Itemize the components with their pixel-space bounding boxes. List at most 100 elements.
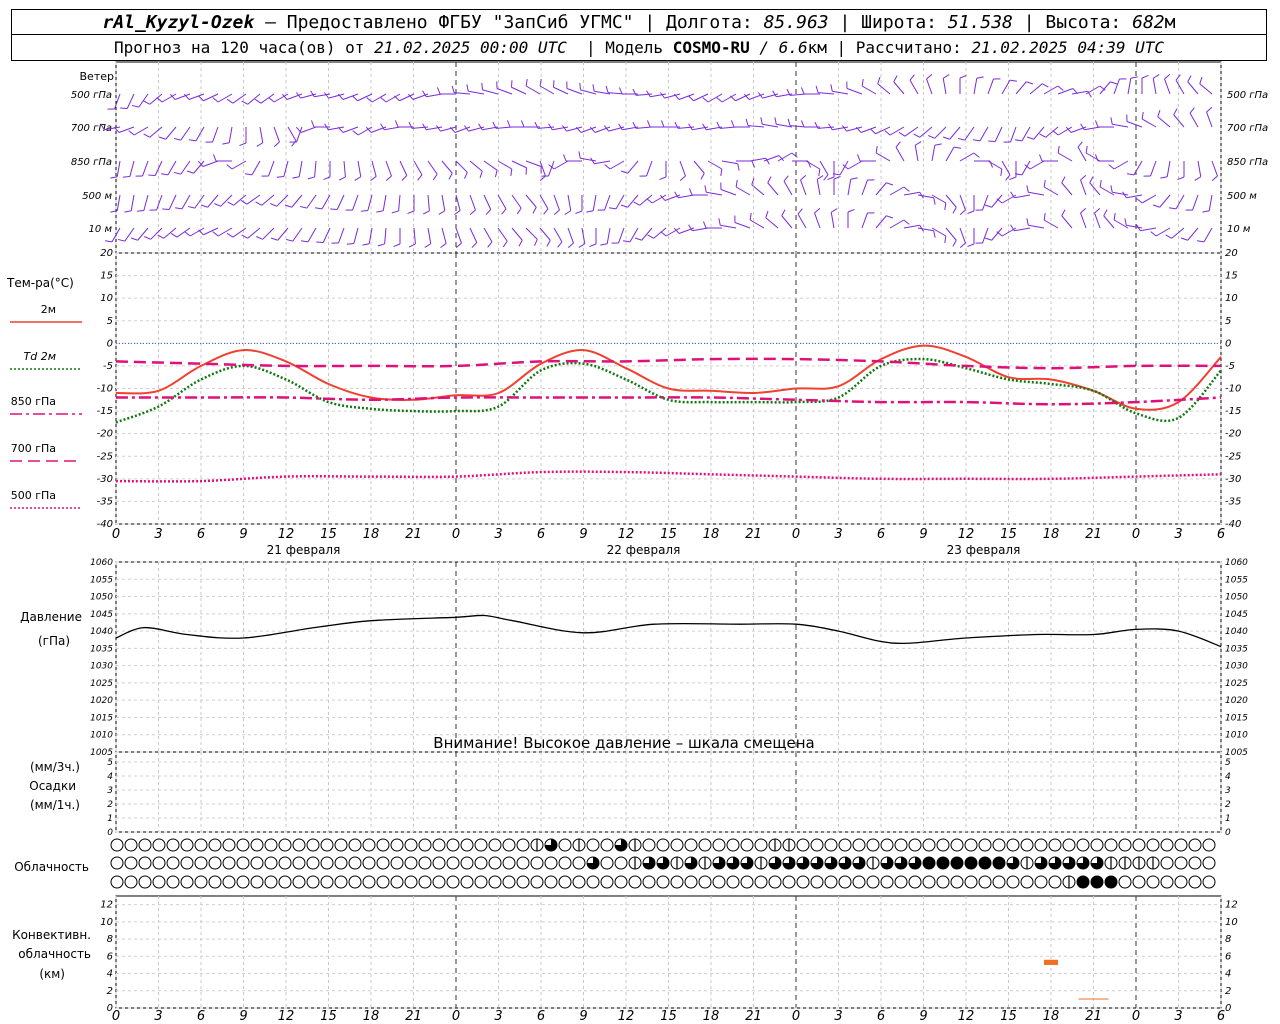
cloud-symbol (502, 875, 516, 889)
wind-barb (284, 194, 303, 208)
wind-barb (385, 160, 392, 182)
wind-barb-flag (1000, 168, 1003, 176)
wind-barb-shaft (693, 160, 705, 174)
hour-tick-label: 0 (792, 527, 800, 542)
wind-barb-flag (959, 209, 966, 216)
wind-barb (525, 160, 542, 174)
wind-barb-shaft (194, 194, 205, 209)
wind-barb-flag (760, 117, 763, 125)
wind-barb-shaft (300, 126, 317, 133)
wind-barb (634, 227, 653, 241)
precip-tick-label: 2 (107, 800, 113, 810)
wind-barb (1113, 213, 1129, 229)
conv-tick-label: 4 (107, 969, 113, 980)
wind-barb-shaft (314, 160, 317, 177)
hour-tick-label: 3 (154, 1009, 162, 1024)
wind-barb (931, 227, 947, 243)
wind-barb-flag (1015, 139, 1023, 142)
temp-tick-label: 10 (1225, 293, 1238, 304)
temp-tick-label: 0 (107, 338, 113, 349)
cloud-symbol (292, 838, 306, 852)
wind-barb-flag (212, 154, 217, 162)
wind-barb-shaft (942, 78, 947, 95)
wind-barb-flag (787, 118, 791, 126)
wind-barb-shaft (511, 86, 527, 95)
wind-barb-shaft (1159, 194, 1171, 208)
hour-tick-label: 18 (1043, 1009, 1060, 1024)
wind-barb-shaft (1021, 126, 1031, 142)
temp-tick-label: -35 (1225, 496, 1241, 507)
wind-barb (707, 160, 723, 176)
cloud-symbol (264, 875, 278, 889)
pressure-tick-label: 1005 (90, 748, 113, 758)
wind-barb-flag (1165, 234, 1172, 239)
wind-barb-shaft (567, 227, 574, 244)
wind-barb-shaft (1029, 83, 1043, 95)
cloud-symbol (250, 838, 264, 852)
wind-barb-shaft (118, 126, 135, 133)
wind-barb-shaft (455, 160, 468, 173)
cloud-symbol (306, 856, 320, 870)
wind-barb-shaft (328, 126, 345, 131)
cloud-symbol (362, 875, 376, 889)
wind-barb (1160, 160, 1171, 179)
wind-barb (816, 175, 824, 196)
cloud-symbol (782, 875, 796, 889)
cloud-symbol (824, 838, 838, 852)
wind-barb (276, 160, 289, 178)
cloud-symbol (1104, 838, 1118, 852)
wind-barb-shaft (251, 160, 261, 176)
cloud-symbol (866, 838, 880, 852)
cloud-symbol (796, 838, 810, 852)
wind-barb-flag (886, 215, 894, 219)
wind-barb (440, 227, 447, 248)
wind-barb (120, 93, 135, 109)
cloud-symbol (1132, 838, 1146, 852)
wind-barb-shaft (496, 126, 513, 129)
hour-tick-label: 3 (494, 527, 502, 542)
wind-barb-shaft (790, 93, 807, 96)
cloud-symbol (726, 838, 740, 852)
wind-barb (497, 160, 513, 176)
wind-barb-flag (1042, 83, 1049, 88)
wind-barb-shaft (783, 180, 793, 196)
wind-barb-shaft (861, 85, 877, 95)
hour-tick-label: 0 (1132, 527, 1140, 542)
wind-barb-flag (105, 240, 113, 243)
wind-barb (261, 160, 275, 177)
wind-barb (959, 74, 967, 94)
cloud-symbol (1118, 875, 1132, 889)
cloud-symbol (418, 856, 432, 870)
wind-barb-flag (952, 240, 957, 247)
hour-tick-label: 9 (579, 1009, 587, 1024)
cloud-symbol (1090, 838, 1104, 852)
wind-barb-flag (1103, 209, 1108, 216)
wind-barb (847, 208, 855, 228)
wind-barb-flag (957, 137, 965, 141)
wind-barb-shaft (150, 227, 163, 240)
wind-barb-flag (310, 90, 315, 98)
wind-barb (1113, 78, 1127, 95)
temp-tick-label: -15 (1225, 406, 1241, 417)
wind-barb (424, 227, 432, 248)
wind-barb-flag (256, 142, 264, 147)
wind-barb (239, 127, 247, 147)
wind-barb-shaft (202, 160, 219, 167)
wind-barb-shaft (233, 194, 247, 206)
wind-barb (299, 194, 317, 209)
wind-barb-flag (487, 241, 493, 248)
wind-barb-shaft (133, 126, 149, 136)
wind-barb (975, 194, 989, 211)
temp-tick-label: -20 (1225, 429, 1241, 440)
wind-barb (875, 182, 894, 196)
wind-barb (338, 160, 346, 181)
wind-barb-shaft (646, 160, 653, 177)
cloud-symbol (334, 838, 348, 852)
wind-barb (511, 160, 527, 175)
cloud-fill (951, 857, 963, 869)
wind-barb-shaft (861, 179, 868, 196)
cloud-symbol (110, 856, 124, 870)
wind-barb-shaft (413, 227, 416, 244)
wind-barb-flag (688, 95, 694, 102)
wind-barb-shaft (525, 160, 542, 167)
